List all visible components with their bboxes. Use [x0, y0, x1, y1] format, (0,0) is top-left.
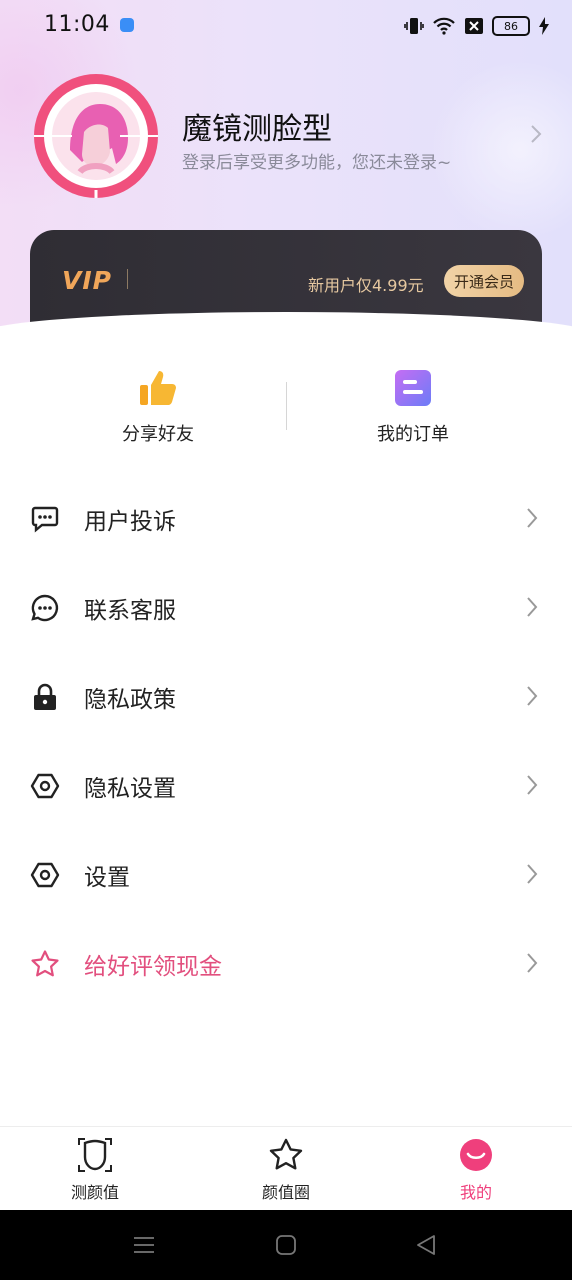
quick-divider [286, 382, 287, 430]
status-time: 11:04 [44, 12, 110, 37]
wifi-icon [433, 17, 455, 35]
no-sim-icon [465, 18, 483, 34]
menu-label: 联系客服 [84, 598, 176, 624]
vip-logo: VIP [62, 266, 112, 295]
chevron-right-icon [527, 686, 538, 706]
thumbs-up-icon [140, 371, 176, 405]
vip-divider [127, 269, 128, 289]
tab-label: 我的 [459, 1183, 492, 1202]
avatar-face-icon [34, 74, 158, 198]
menu-label: 用户投诉 [84, 509, 176, 535]
open-vip-button[interactable]: 开通会员 [444, 265, 524, 297]
order-list-icon [395, 370, 431, 406]
tab-face-score[interactable]: 测颜值 [0, 1127, 190, 1211]
main-content: 分享好友 我的订单 用户投诉 联系客服 隐私政策 隐私设置 设置 给好评领现金 [0, 330, 572, 1126]
home-nav-icon[interactable] [274, 1233, 298, 1257]
hexagon-settings-icon [30, 773, 60, 799]
chevron-right-icon [527, 953, 538, 973]
app-notification-icon [120, 18, 134, 32]
face-frame-icon [78, 1138, 112, 1172]
quick-actions: 分享好友 我的订单 [0, 368, 572, 458]
vip-offer-text: 新用户仅4.99元 [308, 276, 424, 295]
back-nav-icon[interactable] [414, 1233, 438, 1257]
avatar[interactable] [32, 72, 160, 200]
chevron-right-icon [527, 597, 538, 617]
chat-bubble-icon [31, 506, 59, 533]
charging-icon [539, 17, 549, 35]
menu-item-settings[interactable]: 设置 [0, 830, 572, 919]
chevron-right-icon [531, 125, 542, 143]
customer-service-icon [31, 594, 59, 622]
system-nav-bar [0, 1210, 572, 1280]
chevron-right-icon [527, 864, 538, 884]
chevron-right-icon [527, 775, 538, 795]
menu-nav-icon[interactable] [132, 1233, 156, 1257]
menu-item-user-complaint[interactable]: 用户投诉 [0, 474, 572, 563]
tab-label: 颜值圈 [261, 1183, 310, 1202]
menu-item-privacy-policy[interactable]: 隐私政策 [0, 652, 572, 741]
tab-beauty-circle[interactable]: 颜值圈 [191, 1127, 381, 1211]
share-friends-label: 分享好友 [122, 424, 194, 445]
profile-login-hint: 登录后享受更多功能，您还未登录~ [182, 153, 452, 173]
hexagon-settings-icon [30, 862, 60, 888]
star-outline-icon [269, 1138, 303, 1170]
lock-icon [34, 683, 56, 710]
vibrate-icon [404, 18, 424, 34]
bottom-tab-bar: 测颜值 颜值圈 我的 [0, 1126, 572, 1211]
menu-label: 隐私政策 [84, 687, 176, 713]
menu-item-privacy-settings[interactable]: 隐私设置 [0, 741, 572, 830]
menu-list: 用户投诉 联系客服 隐私政策 隐私设置 设置 给好评领现金 [0, 474, 572, 1008]
star-icon [31, 950, 59, 977]
status-bar: 11:04 86 [0, 0, 572, 52]
menu-label: 隐私设置 [84, 776, 176, 802]
smiley-profile-icon [460, 1139, 492, 1171]
profile-header[interactable]: 魔镜测脸型 登录后享受更多功能，您还未登录~ [0, 66, 572, 206]
tab-label: 测颜值 [70, 1183, 119, 1202]
menu-label: 设置 [84, 865, 130, 891]
profile-name: 魔镜测脸型 [182, 112, 332, 147]
my-orders-label: 我的订单 [377, 424, 449, 445]
chevron-right-icon [527, 508, 538, 528]
status-icons: 86 [404, 14, 550, 38]
my-orders-button[interactable]: 我的订单 [313, 368, 513, 458]
battery-icon: 86 [492, 16, 530, 36]
share-friends-button[interactable]: 分享好友 [58, 368, 258, 458]
menu-item-rate-for-cash[interactable]: 给好评领现金 [0, 919, 572, 1008]
menu-label: 给好评领现金 [84, 954, 222, 980]
tab-mine[interactable]: 我的 [381, 1127, 571, 1211]
menu-item-contact-service[interactable]: 联系客服 [0, 563, 572, 652]
